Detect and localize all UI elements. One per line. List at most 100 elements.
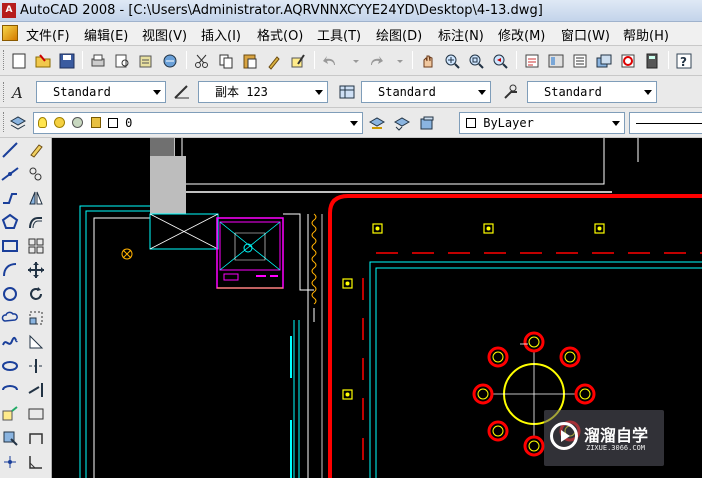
quickcalc-icon[interactable] bbox=[642, 51, 662, 71]
multileader-style-icon[interactable] bbox=[501, 82, 521, 102]
print-icon[interactable] bbox=[88, 51, 108, 71]
layer-select[interactable]: 0 bbox=[33, 112, 363, 134]
erase-icon[interactable] bbox=[26, 140, 46, 160]
help-icon[interactable]: ? bbox=[674, 51, 694, 71]
markup-icon[interactable] bbox=[618, 51, 638, 71]
chevron-down-icon bbox=[644, 90, 652, 95]
sheet-set-icon[interactable] bbox=[594, 51, 614, 71]
watermark: 溜溜自学 ZIXUE.3066.COM bbox=[544, 410, 664, 466]
menu-insert[interactable]: 插入(I) bbox=[201, 25, 241, 44]
open-icon[interactable] bbox=[33, 51, 53, 71]
zoom-previous-icon[interactable] bbox=[490, 51, 510, 71]
menu-modify[interactable]: 修改(M) bbox=[498, 25, 545, 44]
mirror-icon[interactable] bbox=[26, 188, 46, 208]
dimension-style-icon[interactable] bbox=[172, 82, 192, 102]
rectangle-icon[interactable] bbox=[0, 236, 20, 256]
pan-icon[interactable] bbox=[418, 51, 438, 71]
gray-column bbox=[150, 156, 186, 214]
polygon-icon[interactable] bbox=[0, 212, 20, 232]
stretch-icon[interactable] bbox=[26, 332, 46, 352]
new-icon[interactable] bbox=[9, 51, 29, 71]
spline-icon[interactable] bbox=[0, 332, 20, 352]
plot-icon[interactable] bbox=[160, 51, 180, 71]
line-icon[interactable] bbox=[0, 140, 20, 160]
play-logo-icon bbox=[550, 422, 578, 450]
undo-dropdown-icon[interactable] bbox=[346, 51, 366, 71]
array-icon[interactable] bbox=[26, 236, 46, 256]
revision-cloud-icon[interactable] bbox=[0, 308, 20, 328]
menu-view[interactable]: 视图(V) bbox=[142, 25, 187, 44]
zoom-realtime-icon[interactable] bbox=[442, 51, 462, 71]
table-style-select[interactable]: Standard bbox=[361, 81, 491, 103]
cyan-wall-inner bbox=[85, 210, 150, 478]
make-block-icon[interactable] bbox=[0, 428, 20, 448]
menu-dimension[interactable]: 标注(N) bbox=[438, 25, 484, 44]
menu-format[interactable]: 格式(O) bbox=[257, 25, 303, 44]
redo-icon[interactable] bbox=[366, 51, 386, 71]
toolbar-grip[interactable] bbox=[3, 112, 6, 132]
properties-icon[interactable] bbox=[522, 51, 542, 71]
layer-manager-icon[interactable] bbox=[8, 113, 28, 133]
toolbar-grip[interactable] bbox=[3, 50, 6, 70]
publish-icon[interactable] bbox=[136, 51, 156, 71]
current-layer-name: 0 bbox=[125, 116, 133, 130]
insert-block-icon[interactable] bbox=[0, 404, 20, 424]
layer-previous-icon[interactable] bbox=[392, 113, 412, 133]
paste-icon[interactable] bbox=[240, 51, 260, 71]
zoom-window-icon[interactable] bbox=[466, 51, 486, 71]
join-icon[interactable] bbox=[26, 428, 46, 448]
undo-icon[interactable] bbox=[320, 51, 340, 71]
color-control-value: ByLayer bbox=[483, 116, 534, 130]
point-icon[interactable] bbox=[0, 452, 20, 472]
copy-icon[interactable] bbox=[216, 51, 236, 71]
dimension-style-select[interactable]: 副本 123 bbox=[198, 81, 328, 103]
polyline-icon[interactable] bbox=[0, 188, 20, 208]
autocad-app-icon[interactable]: A bbox=[2, 3, 16, 18]
layer-states-icon[interactable] bbox=[417, 113, 437, 133]
color-control-select[interactable]: ByLayer bbox=[459, 112, 625, 134]
construction-line-icon[interactable] bbox=[0, 164, 20, 184]
trim-icon[interactable] bbox=[26, 356, 46, 376]
chevron-down-icon bbox=[350, 121, 358, 126]
layers-toolbar: 0 ByLayer bbox=[0, 108, 702, 138]
save-icon[interactable] bbox=[57, 51, 77, 71]
redo-dropdown-icon[interactable] bbox=[390, 51, 410, 71]
scale-icon[interactable] bbox=[26, 308, 46, 328]
equipment-label-box bbox=[223, 273, 239, 281]
cut-icon[interactable] bbox=[192, 51, 212, 71]
tool-palettes-icon[interactable] bbox=[570, 51, 590, 71]
copy-object-icon[interactable] bbox=[26, 164, 46, 184]
block-editor-icon[interactable] bbox=[288, 51, 308, 71]
menu-draw[interactable]: 绘图(D) bbox=[376, 25, 422, 44]
table-style-icon[interactable] bbox=[337, 82, 357, 102]
match-properties-icon[interactable] bbox=[264, 51, 284, 71]
menu-help[interactable]: 帮助(H) bbox=[623, 25, 669, 44]
chevron-down-icon bbox=[153, 90, 161, 95]
offset-icon[interactable] bbox=[26, 212, 46, 232]
linetype-control-select[interactable] bbox=[629, 112, 702, 134]
color-swatch bbox=[466, 118, 476, 128]
menu-edit[interactable]: 编辑(E) bbox=[84, 25, 128, 44]
move-icon[interactable] bbox=[26, 260, 46, 280]
text-style-select[interactable]: Standard bbox=[36, 81, 166, 103]
ellipse-arc-icon[interactable] bbox=[0, 380, 20, 400]
document-menu-icon[interactable] bbox=[2, 25, 18, 41]
toolbar-grip[interactable] bbox=[3, 82, 6, 102]
break-icon[interactable] bbox=[26, 404, 46, 424]
svg-text:?: ? bbox=[680, 55, 687, 69]
arc-icon[interactable] bbox=[0, 260, 20, 280]
rotate-icon[interactable] bbox=[26, 284, 46, 304]
print-preview-icon[interactable] bbox=[112, 51, 132, 71]
multileader-style-select[interactable]: Standard bbox=[527, 81, 657, 103]
circle-icon[interactable] bbox=[0, 284, 20, 304]
extend-icon[interactable] bbox=[26, 380, 46, 400]
ellipse-icon[interactable] bbox=[0, 356, 20, 376]
design-center-icon[interactable] bbox=[546, 51, 566, 71]
chamfer-icon[interactable] bbox=[26, 452, 46, 472]
text-style-icon[interactable]: A bbox=[9, 82, 29, 102]
make-object-layer-current-icon[interactable] bbox=[367, 113, 387, 133]
menu-tools[interactable]: 工具(T) bbox=[317, 25, 361, 44]
menu-window[interactable]: 窗口(W) bbox=[561, 25, 610, 44]
equipment-cross bbox=[219, 221, 281, 271]
menu-file[interactable]: 文件(F) bbox=[26, 25, 70, 44]
